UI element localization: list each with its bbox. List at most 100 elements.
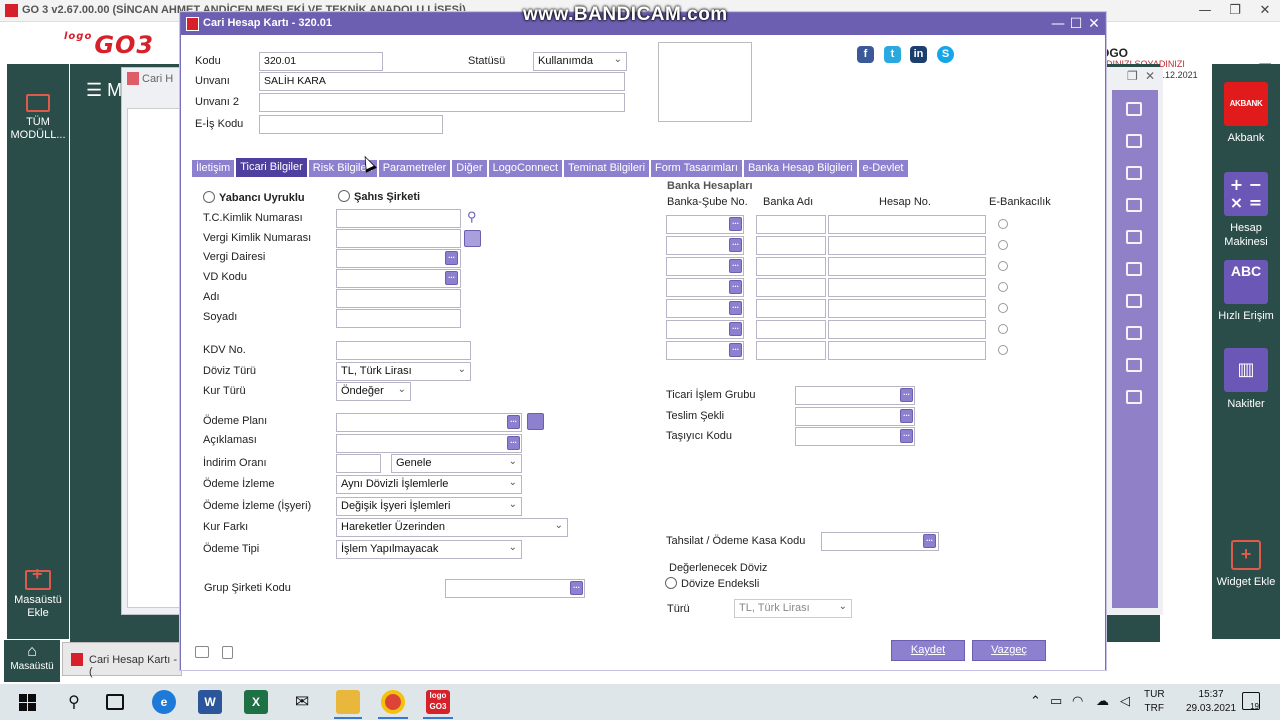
vergi-dairesi-input[interactable] [336, 249, 461, 268]
soyadi-input[interactable] [336, 309, 461, 328]
account-no-input[interactable] [828, 257, 986, 276]
volume-icon[interactable]: ◁ [1120, 694, 1130, 709]
book-icon[interactable] [195, 646, 209, 658]
edge-icon[interactable]: e [152, 690, 176, 714]
odeme-plani-input[interactable] [336, 413, 522, 432]
network-device-icon[interactable]: ▭ [1050, 694, 1062, 709]
windows-start-icon[interactable] [16, 690, 40, 714]
toolbar-icon[interactable] [1126, 358, 1142, 372]
save-button[interactable]: Kaydet [891, 640, 965, 661]
kur-farki-select[interactable]: Hareketler Üzerinden ⌄ [336, 518, 568, 537]
close-icon[interactable]: ✕ [1085, 14, 1103, 34]
language-indicator[interactable]: TUR TRF [1144, 688, 1165, 716]
hamburger-icon[interactable]: ☰ M [86, 80, 122, 101]
task-tab-cari-hesap[interactable]: Cari Hesap Kartı - ( [62, 642, 182, 678]
lookup-button[interactable]: ... [507, 415, 520, 429]
lookup-button[interactable]: ... [900, 388, 913, 402]
facebook-icon[interactable]: f [857, 46, 874, 63]
unvani2-input[interactable] [259, 93, 625, 112]
toolbar-icon[interactable] [1126, 102, 1142, 116]
toolbar-icon[interactable] [1126, 230, 1142, 244]
toolbar-icon[interactable] [1126, 198, 1142, 212]
search-icon[interactable]: ⚲ [62, 690, 86, 714]
widget-akbank[interactable]: AKBANK Akbank [1212, 82, 1280, 145]
tab-banka-hesap-bilgileri[interactable]: Banka Hesap Bilgileri [743, 160, 857, 177]
tab-iletisim[interactable]: İletişim [192, 160, 235, 177]
yabanci-uyruklu-checkbox[interactable] [203, 191, 215, 203]
close-icon[interactable]: ✕ [1250, 2, 1280, 20]
notification-icon[interactable]: 19 [1242, 692, 1260, 711]
sahis-sirketi-checkbox[interactable] [338, 190, 350, 202]
e-banking-radio[interactable] [998, 303, 1008, 313]
account-no-input[interactable] [828, 320, 986, 339]
grup-sirketi-input[interactable] [445, 579, 585, 598]
turu-select[interactable]: TL, Türk Lirası ⌄ [734, 599, 852, 618]
tahsilat-kasa-input[interactable] [821, 532, 939, 551]
tc-kimlik-input[interactable] [336, 209, 461, 228]
lookup-button[interactable]: ... [445, 251, 458, 265]
adi-input[interactable] [336, 289, 461, 308]
tab-teminat-bilgileri[interactable]: Teminat Bilgileri [564, 160, 650, 177]
tab-logoconnect[interactable]: LogoConnect [488, 160, 563, 177]
go3-icon[interactable]: logo GO3 [426, 690, 450, 714]
document-icon[interactable] [222, 646, 233, 659]
lookup-button[interactable]: ... [729, 301, 742, 315]
toolbar-icon[interactable] [1126, 262, 1142, 276]
verify-icon[interactable] [464, 230, 481, 247]
lookup-button[interactable]: ... [729, 322, 742, 336]
bank-name-input[interactable] [756, 320, 826, 339]
account-no-input[interactable] [828, 215, 986, 234]
e-banking-radio[interactable] [998, 219, 1008, 229]
all-modules-button[interactable]: TÜM MODÜLL... [7, 94, 69, 142]
skype-icon[interactable]: S [937, 46, 954, 63]
lookup-button[interactable]: ... [900, 409, 913, 423]
widget-add[interactable]: + Widget Ekle [1212, 540, 1280, 589]
odeme-tipi-select[interactable]: İşlem Yapılmayacak ⌄ [336, 540, 522, 559]
search-icon[interactable]: ⚲ [467, 209, 477, 225]
toolbar-icon[interactable] [1126, 326, 1142, 340]
bank-name-input[interactable] [756, 215, 826, 234]
teslim-sekli-input[interactable] [795, 407, 915, 426]
excel-icon[interactable]: X [244, 690, 268, 714]
eis-kodu-input[interactable] [259, 115, 443, 134]
odeme-izleme-select[interactable]: Aynı Dövizli İşlemlerle ⌄ [336, 475, 522, 494]
lookup-button[interactable]: ... [729, 259, 742, 273]
e-banking-radio[interactable] [998, 282, 1008, 292]
account-no-input[interactable] [828, 236, 986, 255]
twitter-icon[interactable]: t [884, 46, 901, 63]
unvani-input[interactable]: SALİH KARA [259, 72, 625, 91]
account-no-input[interactable] [828, 299, 986, 318]
indirim-orani-input[interactable] [336, 454, 381, 473]
word-icon[interactable]: W [198, 690, 222, 714]
minimize-icon[interactable]: — [1049, 14, 1067, 34]
bank-name-input[interactable] [756, 278, 826, 297]
desktop-add-button[interactable]: Masaüstü Ekle [7, 568, 69, 620]
lookup-button[interactable]: ... [570, 581, 583, 595]
account-no-input[interactable] [828, 341, 986, 360]
toolbar-icon[interactable] [1126, 166, 1142, 180]
task-view-icon[interactable] [106, 694, 124, 710]
lookup-button[interactable]: ... [729, 238, 742, 252]
maximize-icon[interactable]: ❐ [1127, 69, 1138, 83]
payment-plan-button[interactable] [527, 413, 544, 430]
e-banking-radio[interactable] [998, 324, 1008, 334]
lookup-button[interactable]: ... [729, 343, 742, 357]
minimize-icon[interactable]: — [1190, 2, 1220, 20]
account-no-input[interactable] [828, 278, 986, 297]
tab-parametreler[interactable]: Parametreler [378, 160, 451, 177]
desktop-button[interactable]: ⌂ Masaüstü [4, 640, 60, 682]
tab-e-devlet[interactable]: e-Devlet [858, 160, 908, 177]
kur-turu-select[interactable]: Öndeğer ⌄ [336, 382, 411, 401]
mail-icon[interactable]: ✉ [290, 690, 314, 714]
cancel-button[interactable]: Vazgeç [972, 640, 1046, 661]
bank-name-input[interactable] [756, 236, 826, 255]
wifi-icon[interactable]: ◠ [1072, 694, 1083, 709]
doviz-turu-select[interactable]: TL, Türk Lirası ⌄ [336, 362, 471, 381]
ticari-islem-input[interactable] [795, 386, 915, 405]
tab-diger[interactable]: Diğer [452, 160, 487, 177]
tasiyici-kodu-input[interactable] [795, 427, 915, 446]
close-icon[interactable]: ✕ [1145, 69, 1155, 83]
kdv-no-input[interactable] [336, 341, 471, 360]
vergi-kimlik-input[interactable] [336, 229, 461, 248]
e-banking-radio[interactable] [998, 240, 1008, 250]
